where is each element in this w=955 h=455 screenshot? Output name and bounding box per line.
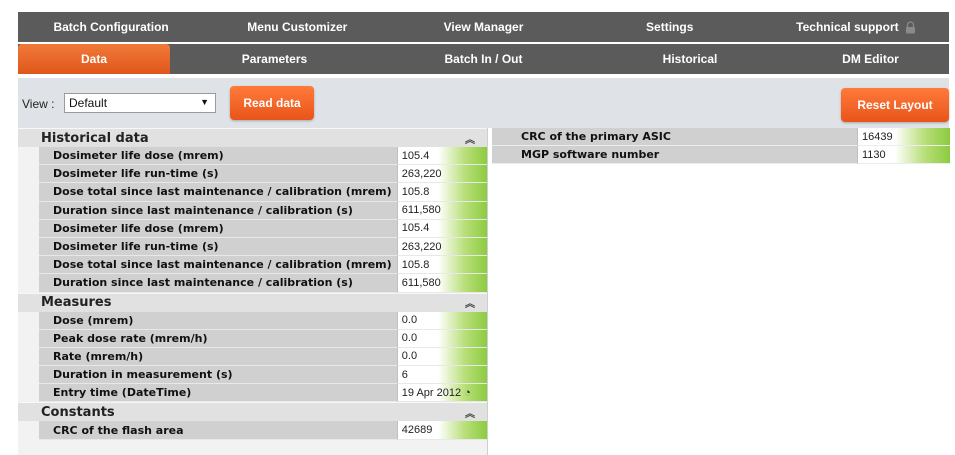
right-data-panel: CRC of the primary ASIC 16439 MGP software… <box>492 128 955 168</box>
row-value[interactable]: 611,580 <box>396 274 487 293</box>
view-label: View : <box>22 97 55 111</box>
data-row: Duration in measurement (s) 6 <box>18 366 487 385</box>
row-label: Duration in measurement (s) <box>39 366 397 385</box>
tab-label: DM Editor <box>842 52 899 66</box>
data-row: Dosimeter life run-time (s) 263,220 <box>18 237 487 257</box>
menu-batch-configuration[interactable]: Batch Configuration <box>18 12 204 42</box>
row-value[interactable]: 42689 <box>396 421 487 440</box>
row-value[interactable]: 6 <box>396 366 487 385</box>
row-value[interactable]: 0.0 <box>396 311 487 330</box>
section-header-constants[interactable]: Constants ︽ <box>18 402 487 422</box>
row-label: Rate (mrem/h) <box>39 347 397 367</box>
tab-parameters[interactable]: Parameters <box>170 44 379 74</box>
section-header-measures[interactable]: Measures ︽ <box>18 292 487 312</box>
data-row: Rate (mrem/h) 0.0 <box>18 347 487 367</box>
menu-technical-support[interactable]: Technical support <box>763 12 949 42</box>
row-label: Dosimeter life dose (mrem) <box>39 219 397 238</box>
row-label: Peak dose rate (mrem/h) <box>39 329 397 348</box>
menu-settings[interactable]: Settings <box>577 12 763 42</box>
menu-view-manager[interactable]: View Manager <box>390 12 576 42</box>
row-label: CRC of the flash area <box>39 421 397 440</box>
data-row: Dosimeter life run-time (s) 263,220 <box>18 165 487 184</box>
row-value[interactable]: 19 Apr 2012 ◔ <box>396 384 487 403</box>
row-value[interactable]: 105.4 <box>396 147 487 166</box>
row-label: Dose (mrem) <box>39 311 397 330</box>
tab-label: Historical <box>662 52 718 66</box>
data-row: Peak dose rate (mrem/h) 0.0 <box>18 329 487 348</box>
menu-label: Technical support <box>796 20 899 34</box>
row-value[interactable]: 263,220 <box>396 165 487 184</box>
data-row: Dose total since last maintenance / cali… <box>18 256 487 275</box>
tab-dm-editor[interactable]: DM Editor <box>792 44 949 74</box>
tab-data[interactable]: Data <box>18 44 170 74</box>
data-row: Dose (mrem) 0.0 <box>18 311 487 330</box>
collapse-icon[interactable]: ︽ <box>465 131 475 146</box>
row-label: CRC of the primary ASIC <box>492 128 857 146</box>
data-row: Dosimeter life dose (mrem) 105.4 <box>18 147 487 166</box>
row-value[interactable]: 105.8 <box>396 183 487 202</box>
row-label: Dose total since last maintenance / cali… <box>39 183 397 202</box>
menu-label: Batch Configuration <box>53 20 169 34</box>
menu-label: Settings <box>646 20 694 34</box>
left-data-panel: Historical data ︽ Dosimeter life dose (m… <box>18 128 488 455</box>
lock-icon <box>905 20 915 33</box>
row-label: Duration since last maintenance / calibr… <box>39 274 397 293</box>
reset-layout-button[interactable]: Reset Layout <box>841 88 949 122</box>
row-label: Dosimeter life run-time (s) <box>39 165 397 184</box>
data-row: CRC of the primary ASIC 16439 <box>492 128 955 146</box>
menu-label: Menu Customizer <box>247 20 348 34</box>
chevron-down-icon: ▼ <box>200 97 209 107</box>
row-value[interactable]: 16439 <box>857 128 950 146</box>
row-value[interactable]: 105.4 <box>396 219 487 238</box>
data-row: Dose total since last maintenance / cali… <box>18 183 487 202</box>
view-selected-value: Default <box>69 96 108 110</box>
row-label: Dosimeter life run-time (s) <box>39 237 397 257</box>
tab-historical[interactable]: Historical <box>588 44 792 74</box>
data-row: MGP software number 1130 <box>492 146 955 164</box>
section-title: Historical data <box>41 130 149 146</box>
top-menu-bar: Batch Configuration Menu Customizer View… <box>18 12 949 42</box>
section-title: Constants <box>41 404 115 420</box>
button-label: Reset Layout <box>857 98 933 112</box>
tab-label: Data <box>80 52 107 66</box>
button-label: Read data <box>243 96 301 110</box>
menu-menu-customizer[interactable]: Menu Customizer <box>204 12 390 42</box>
row-label: Duration since last maintenance / calibr… <box>39 201 397 220</box>
row-label: Entry time (DateTime) <box>39 384 397 403</box>
data-row: Entry time (DateTime) 19 Apr 2012 ◔ <box>18 384 487 403</box>
view-select[interactable]: Default ▼ <box>64 93 216 113</box>
row-value[interactable]: 1130 <box>857 146 950 164</box>
row-label: Dose total since last maintenance / cali… <box>39 256 397 275</box>
measures-rows: Dose (mrem) 0.0 Peak dose rate (mrem/h) 0.0… <box>18 311 487 403</box>
collapse-icon[interactable]: ︽ <box>465 405 475 420</box>
row-value[interactable]: 0.0 <box>396 347 487 367</box>
tab-label: Parameters <box>241 52 308 66</box>
row-value[interactable]: 0.0 <box>396 329 487 348</box>
menu-label: View Manager <box>443 20 524 34</box>
tab-label: Batch In / Out <box>444 52 523 66</box>
row-label: MGP software number <box>492 146 857 164</box>
read-data-button[interactable]: Read data <box>230 86 314 120</box>
row-value[interactable]: 105.8 <box>396 256 487 275</box>
toolbar: View : Default ▼ Read data Reset Layout <box>18 78 949 128</box>
data-row: Duration since last maintenance / calibr… <box>18 274 487 293</box>
right-rows: CRC of the primary ASIC 16439 MGP software… <box>492 128 955 164</box>
data-row: CRC of the flash area 42689 <box>18 421 487 440</box>
constants-rows: CRC of the flash area 42689 <box>18 421 487 440</box>
section-title: Measures <box>41 295 112 310</box>
row-value[interactable]: 263,220 <box>396 237 487 257</box>
section-header-historical[interactable]: Historical data ︽ <box>18 128 487 147</box>
historical-rows: Dosimeter life dose (mrem) 105.4 Dosimeter… <box>18 147 487 293</box>
tab-batch-in-out[interactable]: Batch In / Out <box>379 44 588 74</box>
row-value[interactable]: 611,580 <box>396 201 487 220</box>
row-label: Dosimeter life dose (mrem) <box>39 147 397 166</box>
data-row: Duration since last maintenance / calibr… <box>18 201 487 220</box>
main-tab-bar: Data Parameters Batch In / Out Historica… <box>18 44 949 74</box>
data-row: Dosimeter life dose (mrem) 105.4 <box>18 219 487 238</box>
collapse-icon[interactable]: ︽ <box>465 295 475 310</box>
